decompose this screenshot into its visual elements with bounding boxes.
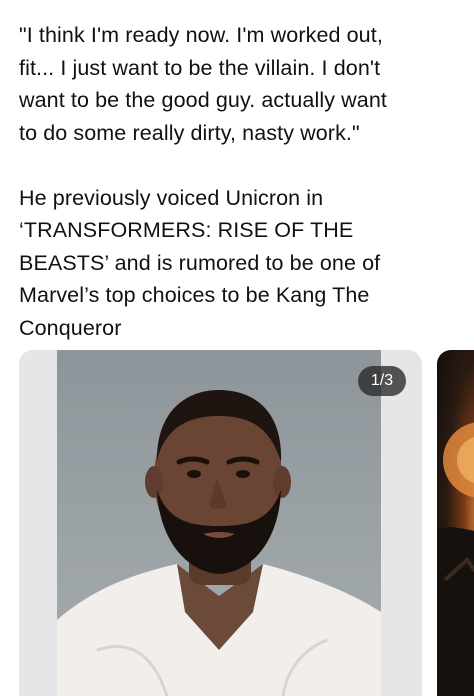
quote-line: want to be the good guy. actually want [19, 88, 387, 112]
quote-line: fit... I just want to be the villain. I … [19, 55, 381, 80]
media-card[interactable]: 1/3 [19, 350, 422, 696]
next-media-illustration [437, 422, 474, 696]
portrait-photo[interactable] [57, 350, 381, 696]
body-line: Conqueror [19, 315, 122, 340]
quote-line: "I think I'm ready now. I'm worked out, [19, 23, 383, 47]
body-line: He previously voiced Unicron in [19, 185, 324, 210]
image-counter-badge: 1/3 [358, 366, 406, 396]
body-line: Marvel’s top choices to be Kang The [19, 283, 370, 307]
post-text: "I think I'm ready now. I'm worked out, … [19, 19, 459, 344]
quote-line: to do some really dirty, nasty work." [19, 120, 360, 145]
media-carousel[interactable]: 1/3 [0, 350, 474, 696]
portrait-illustration [57, 390, 381, 696]
body-line: BEASTS’ and is rumored to be one of [19, 250, 381, 275]
body-line: ‘TRANSFORMERS: RISE OF THE [19, 218, 354, 242]
next-media-card-preview[interactable] [437, 350, 474, 696]
